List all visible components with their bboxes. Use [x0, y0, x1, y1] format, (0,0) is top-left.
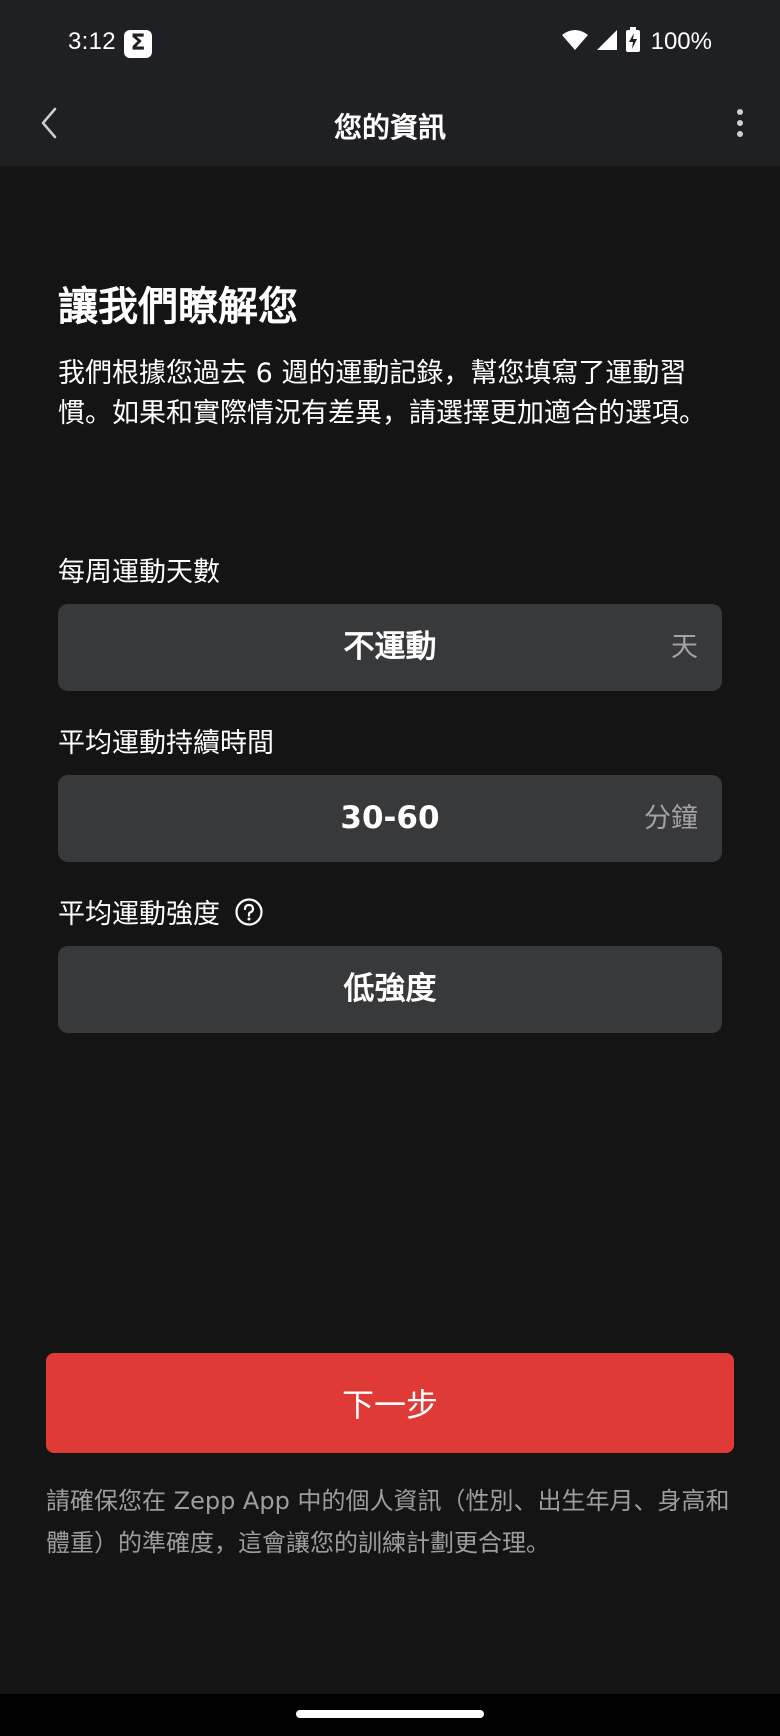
workout-duration-value: 30-60	[340, 800, 440, 836]
app-bar: 您的資訊	[0, 88, 780, 166]
notification-app-icon: Σ	[124, 30, 152, 58]
workout-intensity-select[interactable]: 低強度	[58, 946, 722, 1033]
workout-days-value: 不運動	[343, 629, 437, 665]
workout-intensity-label-text: 平均運動強度	[58, 899, 220, 930]
more-options-button[interactable]	[720, 102, 760, 148]
more-vertical-icon	[736, 108, 744, 142]
disclaimer-text: 請確保您在 Zepp App 中的個人資訊（性別、出生年月、身高和體重）的準確度…	[46, 1487, 730, 1557]
next-button[interactable]: 下一步	[46, 1353, 734, 1453]
section-heading: 讓我們瞭解您	[58, 284, 298, 330]
intro-text: 我們根據您過去 6 週的運動記錄，幫您填寫了運動習慣。如果和實際情況有差異，請選…	[58, 358, 706, 429]
workout-duration-label-text: 平均運動持續時間	[58, 728, 274, 759]
workout-intensity-value: 低強度	[343, 971, 437, 1007]
status-bar: 3:12 Σ 100%	[0, 0, 780, 88]
workout-intensity-label: 平均運動強度	[58, 892, 264, 931]
battery-percentage: 100%	[650, 28, 712, 55]
workout-duration-select[interactable]: 30-60 分鐘	[58, 775, 722, 862]
home-indicator[interactable]	[296, 1710, 484, 1718]
battery-charging-icon	[625, 27, 641, 57]
workout-days-unit: 天	[671, 632, 698, 663]
workout-duration-unit: 分鐘	[644, 803, 698, 834]
page-title: 您的資訊	[333, 111, 446, 144]
status-icons: 100%	[561, 26, 712, 58]
signal-icon	[595, 28, 619, 56]
status-time: 3:12	[68, 28, 116, 55]
wifi-icon	[561, 28, 589, 56]
workout-duration-label: 平均運動持續時間	[58, 721, 274, 760]
workout-days-select[interactable]: 不運動 天	[58, 604, 722, 691]
workout-days-label: 每周運動天數	[58, 550, 220, 589]
system-nav-bar	[0, 1694, 780, 1736]
help-circle-icon[interactable]	[234, 897, 264, 927]
workout-days-label-text: 每周運動天數	[58, 557, 220, 588]
